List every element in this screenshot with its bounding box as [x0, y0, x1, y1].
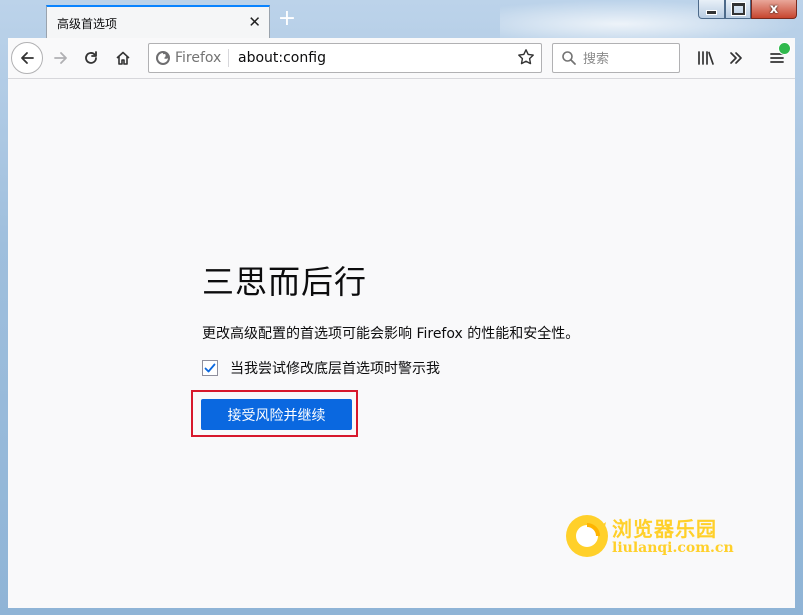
navigation-toolbar: Firefox about:config: [8, 38, 795, 79]
warn-again-label: 当我尝试修改底层首选项时警示我: [230, 361, 440, 377]
search-bar[interactable]: [552, 43, 680, 73]
close-icon: x: [769, 1, 779, 17]
tab-title: 高级首选项: [57, 17, 118, 31]
minimize-button[interactable]: [698, 0, 725, 19]
url-bar[interactable]: Firefox about:config: [148, 43, 542, 73]
maximize-button[interactable]: [725, 0, 751, 19]
forward-button[interactable]: [46, 43, 76, 73]
checkmark-icon: [204, 363, 216, 373]
search-input[interactable]: [581, 47, 677, 71]
search-icon: [562, 51, 576, 65]
tab-advanced-preferences[interactable]: 高级首选项 ✕: [46, 5, 270, 38]
watermark: 浏览器乐园 liulanqi.com.cn: [564, 511, 764, 563]
maximize-icon: [730, 2, 746, 16]
tab-close-icon[interactable]: ✕: [248, 13, 261, 31]
home-icon: [116, 51, 130, 65]
back-button[interactable]: [11, 42, 43, 74]
identity-box[interactable]: Firefox: [155, 49, 221, 67]
warn-again-checkbox-row[interactable]: 当我尝试修改底层首选项时警示我: [202, 358, 440, 378]
accept-risk-button[interactable]: 接受风险并继续: [201, 399, 352, 430]
identity-label: Firefox: [175, 50, 222, 66]
new-tab-button[interactable]: +: [276, 6, 298, 32]
reload-icon: [85, 51, 97, 64]
about-config-warning-page: 三思而后行 更改高级配置的首选项可能会影响 Firefox 的性能和安全性。 当…: [8, 79, 795, 608]
library-icon: [698, 51, 714, 65]
star-icon: [518, 49, 534, 65]
watermark-url: liulanqi.com.cn: [612, 540, 734, 556]
double-chevron-icon: [730, 52, 742, 64]
app-menu-button[interactable]: [764, 42, 791, 72]
firefox-logo-icon: [156, 51, 170, 65]
reload-button[interactable]: [76, 43, 106, 73]
warning-description: 更改高级配置的首选项可能会影响 Firefox 的性能和安全性。: [202, 326, 580, 342]
update-badge-icon: [778, 42, 791, 55]
identity-separator: [228, 49, 229, 67]
warning-title: 三思而后行: [202, 263, 368, 301]
url-text[interactable]: about:config: [238, 50, 326, 66]
overflow-menu-button[interactable]: [723, 44, 749, 72]
watermark-logo-icon: [566, 515, 608, 557]
window-controls: x: [698, 0, 797, 20]
warn-again-checkbox[interactable]: [202, 360, 218, 376]
library-button[interactable]: [693, 44, 719, 72]
close-window-button[interactable]: x: [751, 0, 797, 19]
minimize-icon: [706, 9, 717, 15]
forward-arrow-icon: [54, 52, 67, 64]
watermark-name: 浏览器乐园: [612, 517, 717, 541]
back-arrow-icon: [21, 52, 34, 64]
bookmark-star-button[interactable]: [517, 48, 535, 70]
home-button[interactable]: [108, 43, 138, 73]
window-frame: 高级首选项 ✕ + x Firefox about:config 搜索 三思而后…: [0, 0, 803, 615]
